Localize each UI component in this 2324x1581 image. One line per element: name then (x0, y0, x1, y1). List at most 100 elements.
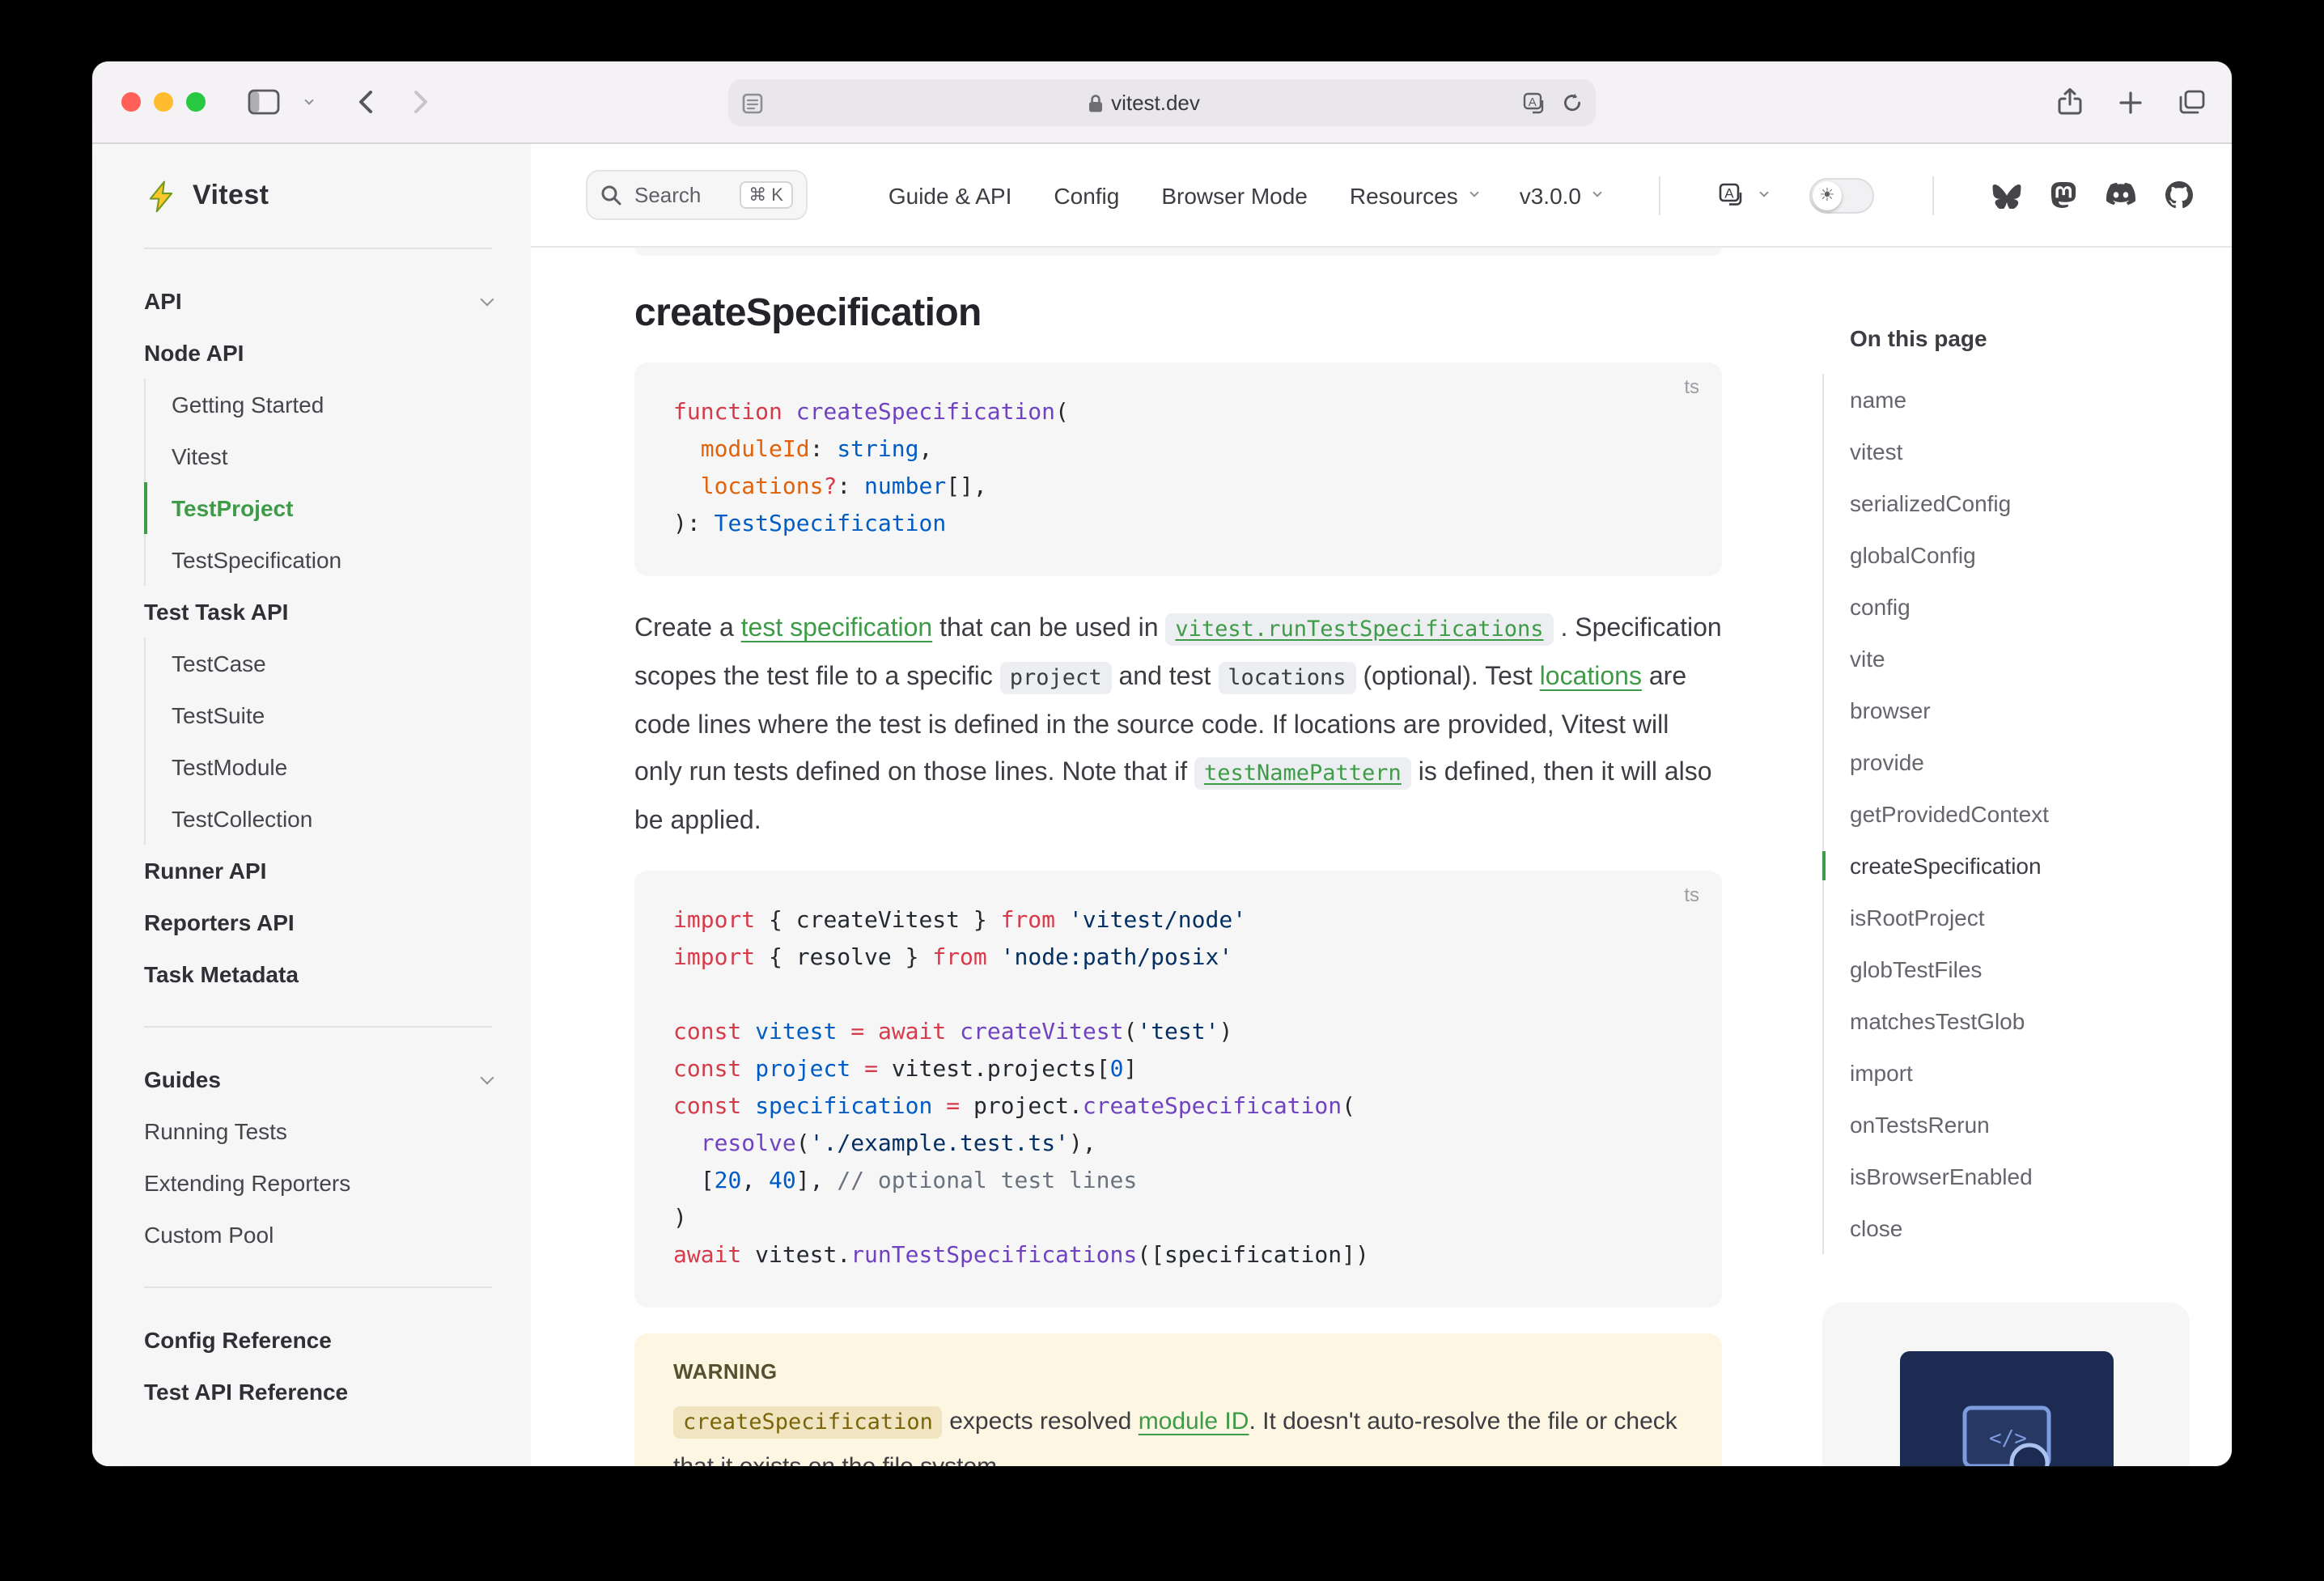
sidebar-item-getting-started[interactable]: Getting Started (144, 379, 492, 430)
close-window-button[interactable] (121, 92, 141, 112)
chevron-down-icon (481, 292, 494, 306)
sidebar-item-runner-api[interactable]: Runner API (144, 845, 492, 896)
url-text-wrap: vitest.dev (764, 91, 1523, 115)
nav-guide-api[interactable]: Guide & API (888, 182, 1012, 208)
chevron-down-icon (481, 1070, 494, 1084)
sidebar-item-reporters-api[interactable]: Reporters API (144, 896, 492, 948)
outline-item-isbrowserenabled[interactable]: isBrowserEnabled (1850, 1151, 2190, 1202)
tab-overview-icon[interactable] (2178, 89, 2206, 115)
forward-button[interactable] (413, 89, 429, 115)
sidebar-toggle-icon[interactable] (248, 89, 280, 115)
outline-item-import[interactable]: import (1850, 1047, 2190, 1099)
code-lang-label: ts (1684, 884, 1699, 906)
sidebar-item-test-task-api[interactable]: Test Task API (144, 586, 492, 638)
address-bar[interactable]: vitest.dev A (728, 79, 1596, 126)
code-link-testnamepattern[interactable]: testNamePattern (1194, 757, 1411, 790)
page-settings-icon[interactable] (741, 91, 764, 114)
sidebar-group-label: API (144, 288, 182, 314)
code-line: moduleId: string, (673, 432, 1683, 469)
outline-item-matchestestglob[interactable]: matchesTestGlob (1850, 995, 2190, 1047)
nav-resources[interactable]: Resources (1350, 182, 1478, 208)
github-icon[interactable] (2165, 181, 2193, 209)
language-menu[interactable]: A (1719, 182, 1767, 208)
lock-icon (1087, 93, 1103, 112)
outline-item-browser[interactable]: browser (1850, 685, 2190, 736)
inline-code-project: project (1000, 662, 1112, 694)
doc-scroller[interactable]: createSpecification ts function createSp… (531, 248, 1822, 1466)
search-button[interactable]: Search ⌘ K (586, 170, 808, 220)
doc-link-module-id[interactable]: module ID (1139, 1408, 1249, 1435)
sidebar-options-chevron-icon[interactable] (304, 95, 313, 104)
nav-config[interactable]: Config (1054, 182, 1119, 208)
top-nav: Guide & API Config Browser Mode Resources v3… (888, 176, 2193, 214)
chevron-down-icon (1759, 188, 1768, 197)
translate-icon[interactable]: A (1523, 91, 1549, 114)
bluesky-icon[interactable] (1992, 182, 2021, 208)
outline-item-isrootproject[interactable]: isRootProject (1850, 892, 2190, 943)
sidebar-group-header-api[interactable]: API (144, 275, 492, 327)
search-label: Search (634, 183, 726, 207)
code-line: ): TestSpecification (673, 507, 1683, 544)
sidebar-item-test-api-reference[interactable]: Test API Reference (144, 1366, 492, 1418)
zoom-window-button[interactable] (186, 92, 206, 112)
code-line: ) (673, 1201, 1683, 1238)
inline-code-createspecification: createSpecification (673, 1406, 943, 1439)
code-link-vitest-runtestspecifications[interactable]: vitest.runTestSpecifications (1165, 613, 1553, 646)
code-block-example: ts import { createVitest } from 'vitest/… (634, 871, 1722, 1308)
outline-item-config[interactable]: config (1850, 581, 2190, 633)
sidebar-item-testsuite[interactable]: TestSuite (144, 689, 492, 741)
outline-item-globtestfiles[interactable]: globTestFiles (1850, 943, 2190, 995)
logo-row[interactable]: Vitest (92, 144, 531, 248)
sidebar-item-config-reference[interactable]: Config Reference (144, 1314, 492, 1366)
sidebar-item-custom-pool[interactable]: Custom Pool (144, 1209, 492, 1261)
logo-text: Vitest (193, 180, 269, 212)
outline-item-vite[interactable]: vite (1850, 633, 2190, 685)
sidebar-item-testcollection[interactable]: TestCollection (144, 793, 492, 845)
discord-icon[interactable] (2106, 183, 2136, 207)
sponsor-card[interactable]: </> (1822, 1303, 2190, 1466)
sidebar-item-testproject[interactable]: TestProject (144, 482, 492, 534)
theme-toggle[interactable]: ☀ (1809, 177, 1874, 213)
mastodon-icon[interactable] (2050, 181, 2076, 209)
code-lang-label: ts (1684, 375, 1699, 398)
outline-item-serializedconfig[interactable]: serializedConfig (1850, 477, 2190, 529)
sidebar-item-task-metadata[interactable]: Task Metadata (144, 948, 492, 1000)
text-segment: Create a (634, 615, 741, 642)
back-button[interactable] (358, 89, 374, 115)
outline-item-close[interactable]: close (1850, 1202, 2190, 1254)
desktop: vitest.dev A (0, 0, 2324, 1581)
reload-icon[interactable] (1562, 92, 1583, 113)
search-kbd: ⌘ K (739, 181, 793, 209)
sidebar-item-extending-reporters[interactable]: Extending Reporters (144, 1157, 492, 1209)
outline-item-getprovidedcontext[interactable]: getProvidedContext (1850, 788, 2190, 840)
sidebar-item-testcase[interactable]: TestCase (144, 638, 492, 689)
outline-item-createspecification[interactable]: createSpecification (1850, 840, 2190, 892)
sidebar-item-testspecification[interactable]: TestSpecification (144, 534, 492, 586)
outline-item-ontestsrerun[interactable]: onTestsRerun (1850, 1099, 2190, 1151)
code-line (673, 977, 1683, 1015)
new-tab-icon[interactable] (2118, 90, 2143, 114)
chevron-down-icon (1592, 188, 1601, 197)
outline-item-provide[interactable]: provide (1850, 736, 2190, 788)
outline-item-name[interactable]: name (1850, 374, 2190, 426)
nav-browser-mode[interactable]: Browser Mode (1161, 182, 1308, 208)
svg-text:A: A (1724, 184, 1734, 200)
sidebar-item-testmodule[interactable]: TestModule (144, 741, 492, 793)
code-line: locations?: number[], (673, 469, 1683, 507)
sidebar-group-header-guides[interactable]: Guides (144, 1053, 492, 1105)
text-segment: (optional). Test (1356, 663, 1540, 691)
outline-aside: On this page namevitestserializedConfigg… (1822, 248, 2232, 1466)
doc-column: createSpecification ts function createSp… (634, 248, 1722, 1466)
doc-link-locations[interactable]: locations (1540, 663, 1642, 691)
sidebar-item-vitest[interactable]: Vitest (144, 430, 492, 482)
nav-v3-0-0[interactable]: v3.0.0 (1520, 182, 1601, 208)
outline-item-vitest[interactable]: vitest (1850, 426, 2190, 477)
sidebar-item-running-tests[interactable]: Running Tests (144, 1105, 492, 1157)
share-icon[interactable] (2057, 87, 2083, 117)
sidebar-item-node-api[interactable]: Node API (144, 327, 492, 379)
page-title: createSpecification (634, 291, 1722, 337)
inline-code-locations: locations (1218, 662, 1355, 694)
doc-link-test-specification[interactable]: test specification (741, 615, 933, 642)
minimize-window-button[interactable] (154, 92, 173, 112)
outline-item-globalconfig[interactable]: globalConfig (1850, 529, 2190, 581)
